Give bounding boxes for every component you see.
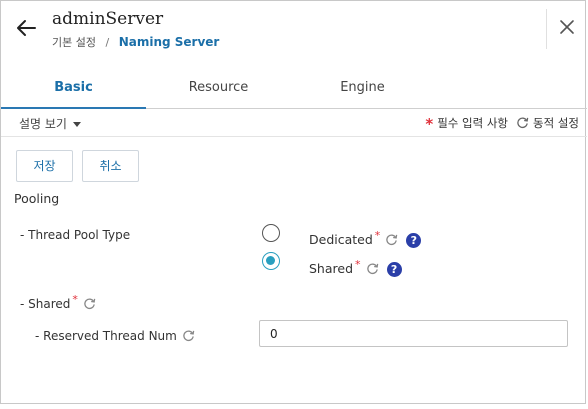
reserved-thread-num-input[interactable]: [259, 320, 568, 347]
tab-basic[interactable]: Basic: [1, 73, 146, 109]
required-star-icon: *: [355, 258, 361, 271]
page-title: adminServer: [52, 9, 164, 29]
shared-label: - Shared *: [20, 293, 96, 311]
required-star-icon: *: [425, 115, 434, 133]
option-shared: Shared *?: [309, 258, 402, 277]
required-legend-label: 필수 입력 사항: [437, 116, 509, 130]
option-dedicated-label: Dedicated: [309, 232, 373, 247]
breadcrumb-separator: /: [105, 36, 110, 49]
tab-bar: Basic Resource Engine: [1, 73, 587, 109]
refresh-icon: [84, 298, 96, 310]
required-star-icon: *: [374, 229, 381, 242]
help-icon[interactable]: ?: [386, 262, 402, 277]
tab-resource[interactable]: Resource: [146, 73, 291, 109]
dynamic-legend-label: 동적 설정: [533, 116, 579, 130]
section-title: Pooling: [14, 191, 60, 206]
refresh-icon: [366, 263, 378, 275]
refresh-icon: [386, 234, 398, 246]
dialog-panel: adminServer 기본 설정 / Naming Server Basic …: [0, 0, 587, 404]
thread-pool-type-label: - Thread Pool Type: [20, 228, 131, 242]
cancel-button[interactable]: 취소: [82, 150, 139, 182]
option-dedicated: Dedicated *?: [309, 229, 422, 248]
description-toggle-label: 설명 보기: [19, 117, 67, 131]
reserved-thread-num-label: - Reserved Thread Num: [35, 329, 195, 343]
refresh-icon: [183, 330, 195, 342]
reserved-thread-num-label-text: - Reserved Thread Num: [35, 329, 177, 343]
option-shared-label: Shared: [309, 261, 354, 276]
help-icon[interactable]: ?: [406, 233, 422, 248]
refresh-icon: [517, 117, 529, 129]
breadcrumb-current: Naming Server: [118, 35, 220, 49]
shared-label-text: - Shared: [20, 297, 71, 311]
radio-dedicated[interactable]: [262, 224, 280, 242]
toolbar: 설명 보기 * 필수 입력 사항 동적 설정: [1, 109, 587, 137]
header-divider: [546, 9, 547, 49]
breadcrumb: 기본 설정 / Naming Server: [52, 34, 219, 50]
close-icon[interactable]: [558, 18, 576, 36]
radio-shared[interactable]: [262, 252, 280, 270]
save-button[interactable]: 저장: [16, 150, 73, 182]
back-arrow-icon[interactable]: [15, 17, 37, 39]
tab-engine[interactable]: Engine: [290, 73, 435, 109]
required-star-icon: *: [72, 293, 78, 306]
description-toggle[interactable]: 설명 보기: [19, 115, 81, 132]
caret-down-icon: [72, 122, 81, 127]
breadcrumb-root[interactable]: 기본 설정: [52, 36, 96, 49]
legend: * 필수 입력 사항 동적 설정: [425, 115, 579, 133]
